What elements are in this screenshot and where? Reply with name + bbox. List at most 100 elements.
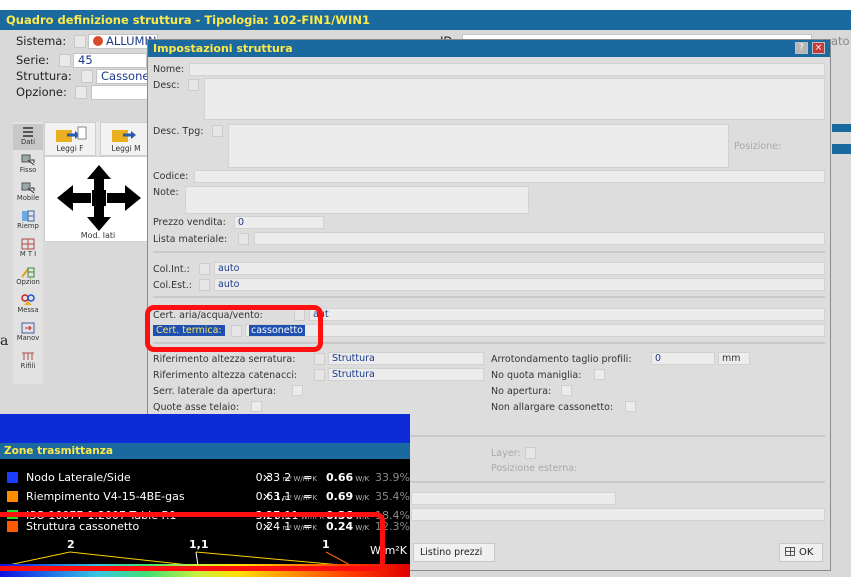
leggi-f-button[interactable]: Leggi F (44, 122, 96, 156)
desc-lang-button[interactable] (188, 79, 199, 91)
close-button[interactable]: × (812, 42, 825, 54)
left-toolbar-item-messa[interactable]: Messa (13, 292, 43, 318)
left-toolbar-label: Riemp (17, 222, 39, 230)
aluminium-badge-icon (93, 36, 103, 46)
ok-button[interactable]: OK (779, 543, 823, 562)
codice-field[interactable] (194, 170, 825, 183)
left-toolbar-item-rifili[interactable]: Rifili (13, 348, 43, 374)
dialog-titlebar: Impostazioni struttura (148, 40, 830, 57)
left-toolbar-label: Rifili (20, 362, 36, 370)
leggi-f-label: Leggi F (56, 144, 84, 153)
struttura-picker-button[interactable] (81, 70, 93, 83)
posizione-esterna-label: Posizione esterna: (491, 463, 578, 474)
right-truncated-label: ato: (831, 34, 851, 48)
non-allargare-label: Non allargare cassonetto: (491, 402, 614, 413)
desc-field[interactable] (204, 78, 825, 120)
col-est-label: Col.Est.: (153, 280, 193, 291)
no-apertura-checkbox[interactable] (561, 385, 572, 396)
move-arrows-icon (57, 165, 141, 231)
posizione-label: Posizione: (734, 141, 782, 152)
times-symbol: × (262, 471, 272, 484)
serie-field[interactable]: 45 (73, 53, 147, 68)
read-folder-icon (56, 126, 87, 142)
rif-catenacci-field[interactable]: Struttura (328, 368, 484, 381)
mod-lati-panel[interactable]: Mod. lati (44, 156, 152, 242)
rif-catenacci-picker-button[interactable] (314, 369, 325, 381)
quote-asse-telaio-checkbox[interactable] (251, 401, 262, 412)
zone-row-equals: = (303, 490, 313, 503)
no-quota-maniglia-checkbox[interactable] (594, 369, 605, 380)
left-toolbar-item-dati[interactable]: Dati (13, 124, 43, 150)
layer-picker-button[interactable] (525, 447, 536, 459)
col-int-field[interactable]: auto (214, 262, 825, 275)
col-est-field[interactable]: auto (214, 278, 825, 291)
dialog-title: Impostazioni struttura (153, 42, 293, 55)
maneuver-icon (21, 322, 35, 334)
note-field[interactable] (185, 186, 529, 214)
zone-row-equals: = (303, 471, 313, 484)
left-toolbar-item-mobile[interactable]: Mobile (13, 180, 43, 206)
zone-color-swatch (7, 472, 18, 483)
opzione-field[interactable] (91, 85, 148, 100)
col-est-picker-button[interactable] (199, 279, 210, 291)
highlight-box-cert-termica (145, 305, 323, 352)
nome-field[interactable] (189, 63, 825, 76)
extra-field-2[interactable] (411, 508, 825, 521)
left-toolbar-item-mti[interactable]: M T I (13, 236, 43, 262)
opzione-picker-button[interactable] (75, 86, 87, 99)
serie-picker-button[interactable] (59, 54, 71, 67)
times-symbol: × (262, 490, 272, 503)
infill-icon (22, 210, 35, 222)
extra-field-1[interactable] (411, 492, 616, 505)
trim-icon (22, 352, 34, 360)
col-int-picker-button[interactable] (199, 263, 210, 275)
screenshot-root: Quadro definizione struttura - Tipologia… (0, 0, 851, 577)
non-allargare-checkbox[interactable] (625, 401, 636, 412)
main-window-titlebar: Quadro definizione struttura - Tipologia… (0, 10, 851, 30)
lista-materiale-picker-button[interactable] (238, 233, 249, 245)
zone-row[interactable]: Riempimento V4-15-4BE-gas 0.63 m² 1,1 W/m²… (0, 488, 410, 507)
left-toolbar-label: Mobile (16, 194, 40, 202)
ok-label: OK (799, 547, 814, 558)
install-icon (21, 294, 35, 305)
serr-laterale-checkbox[interactable] (292, 385, 303, 396)
zone-row-name: Riempimento V4-15-4BE-gas (26, 490, 185, 503)
left-toolbar-item-opzioni[interactable]: Opzion (13, 264, 43, 290)
arrotondamento-label: Arrotondamento taglio profili: (491, 354, 632, 365)
separator (153, 251, 825, 253)
left-toolbar-label: Dati (21, 138, 35, 146)
lista-materiale-field[interactable] (254, 232, 825, 245)
codice-label: Codice: (153, 171, 189, 182)
arrotondamento-field[interactable]: 0 (651, 352, 715, 365)
desc-tpg-lang-button[interactable] (212, 125, 223, 137)
left-toolbar-item-riemp[interactable]: Riemp (13, 208, 43, 234)
rif-serratura-picker-button[interactable] (314, 353, 325, 365)
help-button[interactable]: ? (795, 42, 808, 54)
listino-prezzi-button[interactable]: Listino prezzi (413, 543, 495, 562)
prezzo-vendita-field[interactable]: 0 (234, 216, 324, 229)
left-toolbar-label: Opzion (16, 278, 40, 286)
zone-color-swatch (7, 491, 18, 502)
left-toolbar-item-manov[interactable]: Manov (13, 320, 43, 346)
struttura-field[interactable]: Cassone (96, 69, 148, 84)
left-toolbar-label: Fisso (19, 166, 37, 174)
opzione-label: Opzione: (16, 85, 67, 99)
rif-serratura-field[interactable]: Struttura (328, 352, 484, 365)
zone-row[interactable]: Nodo Laterale/Side 0.33 m² 2 W/m²K = 0.66 W/… (0, 469, 410, 488)
sistema-picker-button[interactable] (74, 35, 86, 48)
main-right-bar-2 (832, 144, 851, 154)
cert-aria-field[interactable]: aut (309, 308, 825, 321)
cert-termica-field[interactable]: cassonetto (245, 324, 825, 337)
desc-tpg-field[interactable] (228, 124, 729, 168)
zone-row-percent: 33.9% (375, 471, 410, 484)
no-quota-maniglia-label: No quota maniglia: (491, 370, 582, 381)
data-icon (23, 127, 33, 137)
separator (153, 296, 825, 298)
left-toolbar-item-fisso[interactable]: Fisso (13, 152, 43, 178)
zone-row-result: 0.69 W/K (326, 490, 370, 503)
desc-tpg-label: Desc. Tpg: (153, 126, 204, 137)
leggi-m-button[interactable]: Leggi M (100, 122, 152, 156)
zone-trasmittanza-title: Zone trasmittanza (0, 443, 410, 459)
note-label: Note: (153, 187, 179, 198)
table-icon (785, 547, 795, 556)
